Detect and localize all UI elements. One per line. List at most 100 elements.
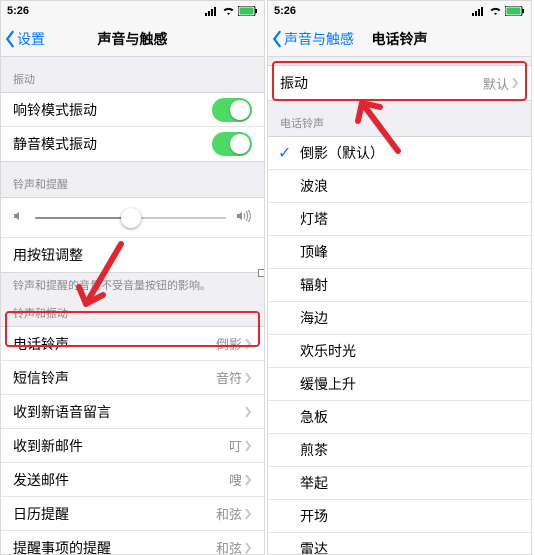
battery-icon xyxy=(505,6,525,16)
chevron-left-icon xyxy=(270,30,284,48)
status-bar: 5:26 xyxy=(1,1,264,21)
ringtone-option[interactable]: 欢乐时光 xyxy=(268,335,531,368)
section-header-sounds: 铃声和提醒 xyxy=(1,162,264,197)
status-bar: 5:26 xyxy=(268,1,531,21)
ringtone-option[interactable]: 海边 xyxy=(268,302,531,335)
ringtone-option[interactable]: 举起 xyxy=(268,467,531,500)
row-label: 发送邮件 xyxy=(13,470,69,490)
row-value: 和弦 xyxy=(216,504,242,523)
speaker-high-icon xyxy=(236,209,252,227)
chevron-right-icon xyxy=(244,440,252,452)
volume-slider-row[interactable] xyxy=(1,198,264,238)
signal-icon xyxy=(205,6,219,16)
ringtone-option[interactable]: ✓倒影（默认） xyxy=(268,137,531,170)
ringtone-option[interactable]: 顶峰 xyxy=(268,236,531,269)
row-label: 电话铃声 xyxy=(13,334,69,354)
slider-thumb[interactable] xyxy=(121,208,141,228)
ringtone-label: 欢乐时光 xyxy=(300,341,356,361)
slider-track[interactable] xyxy=(35,217,226,219)
row-value: 倒影 xyxy=(216,334,242,353)
row-label: 短信铃声 xyxy=(13,368,69,388)
section-header-ringtones: 电话铃声 xyxy=(268,101,531,136)
ringtone-label: 顶峰 xyxy=(300,242,328,262)
section-header-patterns: 铃声和振动 xyxy=(1,299,264,326)
ringtone-label: 雷达 xyxy=(300,539,328,555)
chevron-right-icon xyxy=(244,508,252,520)
status-icons xyxy=(205,6,258,16)
ringtone-option[interactable]: 波浪 xyxy=(268,170,531,203)
screen-ringtone: 5:26 声音与触感 电话铃声 振动 默认 电话铃声 ✓倒影（默认） 波浪灯塔顶峰… xyxy=(267,0,532,555)
ringtone-option[interactable]: 缓慢上升 xyxy=(268,368,531,401)
chevron-right-icon xyxy=(244,372,252,384)
ringtone-label: 波浪 xyxy=(300,176,328,196)
ringtone-label: 急板 xyxy=(300,407,328,427)
row-label: 响铃模式振动 xyxy=(13,100,97,120)
status-icons xyxy=(472,6,525,16)
row-ring-vibrate[interactable]: 响铃模式振动 xyxy=(1,93,264,127)
back-label: 声音与触感 xyxy=(284,29,354,49)
row-value: 默认 xyxy=(483,74,509,93)
chevron-right-icon xyxy=(244,542,252,554)
row-label: 日历提醒 xyxy=(13,504,69,524)
ringtone-label: 举起 xyxy=(300,473,328,493)
ringtone-label: 缓慢上升 xyxy=(300,374,356,394)
signal-icon xyxy=(472,6,486,16)
checkmark-icon: ✓ xyxy=(278,143,300,163)
ringtone-option[interactable]: 雷达 xyxy=(268,533,531,555)
row-silent-vibrate[interactable]: 静音模式振动 xyxy=(1,127,264,161)
row-button-adjust[interactable]: 用按钮调整 xyxy=(1,238,264,272)
ringtone-label: 煎茶 xyxy=(300,440,328,460)
battery-icon xyxy=(238,6,258,16)
section-header-vibrate: 振动 xyxy=(1,57,264,92)
ringtone-label: 开场 xyxy=(300,506,328,526)
row-ringtone[interactable]: 电话铃声 倒影 xyxy=(1,327,264,361)
status-time: 5:26 xyxy=(274,5,296,17)
ringtone-option[interactable]: 灯塔 xyxy=(268,203,531,236)
wifi-icon xyxy=(222,6,235,16)
ringtone-option[interactable]: 辐射 xyxy=(268,269,531,302)
row-calendar[interactable]: 日历提醒 和弦 xyxy=(1,497,264,531)
ringtone-option[interactable]: 开场 xyxy=(268,500,531,533)
row-value: 嗖 xyxy=(229,470,242,489)
ringtone-option[interactable]: 急板 xyxy=(268,401,531,434)
row-voicemail[interactable]: 收到新语音留言 xyxy=(1,395,264,429)
chevron-left-icon xyxy=(3,30,17,48)
row-value: 叮 xyxy=(229,436,242,455)
row-label: 提醒事项的提醒 xyxy=(13,538,111,555)
ringtone-label: 灯塔 xyxy=(300,209,328,229)
crop-handle xyxy=(258,269,265,277)
footer-volume: 铃声和提醒的音量不受音量按钮的影响。 xyxy=(1,273,264,299)
row-vibration[interactable]: 振动 默认 xyxy=(268,66,531,100)
row-value: 和弦 xyxy=(216,538,242,555)
back-label: 设置 xyxy=(17,29,45,49)
row-value: 音符 xyxy=(216,368,242,387)
row-sendmail[interactable]: 发送邮件 嗖 xyxy=(1,463,264,497)
back-button[interactable]: 设置 xyxy=(1,29,45,49)
ringtone-list: ✓倒影（默认） 波浪灯塔顶峰辐射海边欢乐时光缓慢上升急板煎茶举起开场雷达 xyxy=(268,136,531,555)
row-label: 振动 xyxy=(280,73,308,93)
row-label: 收到新语音留言 xyxy=(13,402,111,422)
nav-bar: 声音与触感 电话铃声 xyxy=(268,21,531,57)
chevron-right-icon xyxy=(244,338,252,350)
row-reminders[interactable]: 提醒事项的提醒 和弦 xyxy=(1,531,264,555)
row-newmail[interactable]: 收到新邮件 叮 xyxy=(1,429,264,463)
sound-rows: 电话铃声 倒影 短信铃声 音符 收到新语音留言 收到新邮件 叮 发送邮件 嗖 日… xyxy=(1,326,264,555)
speaker-low-icon xyxy=(13,209,25,227)
row-label: 静音模式振动 xyxy=(13,134,97,154)
ringtone-label: 海边 xyxy=(300,308,328,328)
wifi-icon xyxy=(489,6,502,16)
toggle-on[interactable] xyxy=(212,98,252,122)
row-label: 收到新邮件 xyxy=(13,436,83,456)
ringtone-label: 倒影（默认） xyxy=(300,143,384,163)
toggle-on[interactable] xyxy=(212,132,252,156)
back-button[interactable]: 声音与触感 xyxy=(268,29,354,49)
ringtone-option[interactable]: 煎茶 xyxy=(268,434,531,467)
status-time: 5:26 xyxy=(7,5,29,17)
ringtone-label: 辐射 xyxy=(300,275,328,295)
nav-bar: 设置 声音与触感 xyxy=(1,21,264,57)
row-label: 用按钮调整 xyxy=(13,245,83,265)
row-texttone[interactable]: 短信铃声 音符 xyxy=(1,361,264,395)
chevron-right-icon xyxy=(244,406,252,418)
screen-sounds-haptics: 5:26 设置 声音与触感 振动 响铃模式振动 静音模式振动 xyxy=(0,0,265,555)
chevron-right-icon xyxy=(244,474,252,486)
